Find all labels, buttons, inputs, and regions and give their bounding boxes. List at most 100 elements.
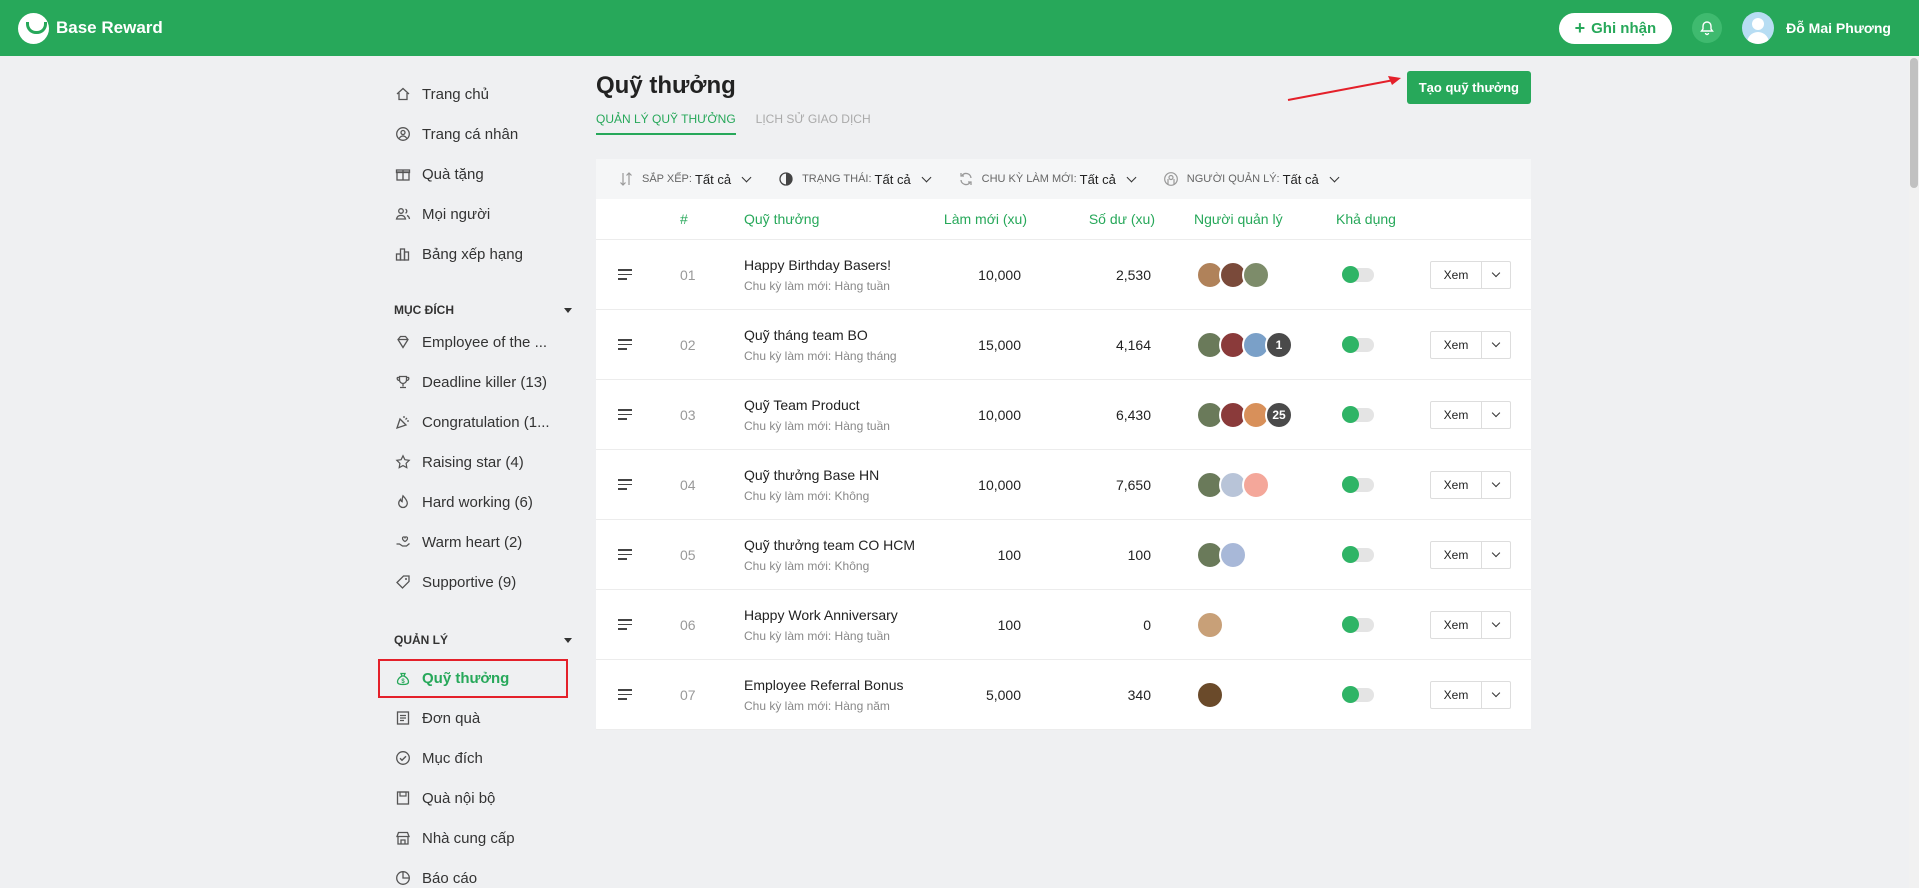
available-toggle[interactable] bbox=[1342, 475, 1374, 493]
fund-name[interactable]: Quỹ thưởng Base HN bbox=[744, 467, 879, 483]
purpose-section-header[interactable]: MỤC ĐÍCH bbox=[380, 300, 580, 320]
fund-reset-amount: 10,000 bbox=[978, 476, 1021, 493]
drag-handle-icon[interactable] bbox=[618, 549, 632, 560]
row-menu-button[interactable] bbox=[1482, 260, 1511, 289]
view-button[interactable]: Xem bbox=[1430, 260, 1482, 289]
page-scrollbar[interactable] bbox=[1909, 56, 1919, 888]
tab-transaction-history[interactable]: LỊCH SỬ GIAO DỊCH bbox=[756, 112, 871, 135]
manager-avatar[interactable] bbox=[1196, 610, 1224, 639]
fund-name[interactable]: Happy Birthday Basers! bbox=[744, 257, 891, 273]
sidebar-item-nha-cung-cap[interactable]: Nhà cung cấp bbox=[380, 818, 580, 858]
fund-name[interactable]: Quỹ thưởng team CO HCM bbox=[744, 537, 915, 553]
fund-name[interactable]: Employee Referral Bonus bbox=[744, 677, 904, 693]
row-menu-button[interactable] bbox=[1482, 540, 1511, 569]
fund-name[interactable]: Quỹ tháng team BO bbox=[744, 327, 897, 343]
row-menu-button[interactable] bbox=[1482, 610, 1511, 639]
table-row[interactable]: 05 Quỹ thưởng team CO HCM Chu kỳ làm mới: … bbox=[596, 520, 1531, 590]
view-button[interactable]: Xem bbox=[1430, 330, 1482, 359]
tab-manage-funds[interactable]: QUẢN LÝ QUỸ THƯỞNG bbox=[596, 112, 736, 135]
hand-heart-icon bbox=[394, 534, 411, 551]
scrollbar-thumb[interactable] bbox=[1910, 58, 1918, 188]
available-toggle[interactable] bbox=[1342, 265, 1374, 283]
manager-avatar[interactable] bbox=[1196, 680, 1224, 709]
sidebar-item-warm-heart-2[interactable]: Warm heart (2) bbox=[380, 522, 580, 562]
table-row[interactable]: 02 Quỹ tháng team BO Chu kỳ làm mới: Hàng … bbox=[596, 310, 1531, 380]
sidebar-item-trang-chu[interactable]: Trang chủ bbox=[380, 74, 580, 114]
sidebar-item-qua-noi-bo[interactable]: Quà nội bộ bbox=[380, 778, 580, 818]
sidebar-item-muc-dich[interactable]: Mục đích bbox=[380, 738, 580, 778]
filter-nguoi-quan-ly[interactable]: NGƯỜI QUẢN LÝ: Tất cả bbox=[1163, 171, 1340, 187]
manager-avatar[interactable] bbox=[1242, 470, 1270, 499]
row-menu-button[interactable] bbox=[1482, 330, 1511, 359]
manage-section-header[interactable]: QUẢN LÝ bbox=[380, 630, 580, 650]
view-button[interactable]: Xem bbox=[1430, 400, 1482, 429]
fund-reset-amount: 15,000 bbox=[978, 336, 1021, 353]
fund-cycle: Chu kỳ làm mới: Không bbox=[744, 558, 870, 573]
table-row[interactable]: 06 Happy Work Anniversary Chu kỳ làm mới: … bbox=[596, 590, 1531, 660]
row-menu-button[interactable] bbox=[1482, 400, 1511, 429]
sidebar-item-raising-star-4[interactable]: Raising star (4) bbox=[380, 442, 580, 482]
sidebar-item-quy-thuong[interactable]: $ Quỹ thưởng bbox=[378, 659, 568, 698]
more-managers-count[interactable]: 1 bbox=[1265, 330, 1293, 359]
filter-trang-thai[interactable]: TRẠNG THÁI: Tất cả bbox=[778, 171, 932, 187]
more-managers-count[interactable]: 25 bbox=[1265, 400, 1293, 429]
drag-handle-icon[interactable] bbox=[618, 339, 632, 350]
drag-handle-icon[interactable] bbox=[618, 409, 632, 420]
sidebar-item-label: Quà nội bộ bbox=[422, 789, 496, 807]
table-row[interactable]: 07 Employee Referral Bonus Chu kỳ làm mới:… bbox=[596, 660, 1531, 730]
drag-handle-icon[interactable] bbox=[618, 689, 632, 700]
sidebar-item-trang-ca-nhan[interactable]: Trang cá nhân bbox=[380, 114, 580, 154]
row-menu-button[interactable] bbox=[1482, 470, 1511, 499]
fund-name[interactable]: Quỹ Team Product bbox=[744, 397, 890, 413]
table-row[interactable]: 04 Quỹ thưởng Base HN Chu kỳ làm mới: Khôn… bbox=[596, 450, 1531, 520]
manager-avatars bbox=[1196, 260, 1270, 289]
fund-name[interactable]: Happy Work Anniversary bbox=[744, 607, 898, 623]
available-toggle[interactable] bbox=[1342, 335, 1374, 353]
view-button[interactable]: Xem bbox=[1430, 680, 1482, 709]
filter-sap-xep[interactable]: SẮP XẾP: Tất cả bbox=[618, 171, 752, 187]
sidebar-item-don-qua[interactable]: Đơn quà bbox=[380, 698, 580, 738]
available-toggle[interactable] bbox=[1342, 405, 1374, 423]
user-name[interactable]: Đỗ Mai Phương bbox=[1786, 20, 1891, 36]
drag-handle-icon[interactable] bbox=[618, 269, 632, 280]
available-toggle[interactable] bbox=[1342, 545, 1374, 563]
app-logo[interactable]: Base Reward bbox=[18, 12, 163, 44]
sidebar-item-supportive-9[interactable]: Supportive (9) bbox=[380, 562, 580, 602]
chevron-down-icon bbox=[1491, 408, 1501, 418]
party-icon bbox=[394, 414, 411, 431]
manager-avatar[interactable] bbox=[1242, 260, 1270, 289]
logo-icon bbox=[18, 12, 49, 44]
view-button[interactable]: Xem bbox=[1430, 540, 1482, 569]
view-button[interactable]: Xem bbox=[1430, 610, 1482, 639]
sidebar-item-deadline-killer-13[interactable]: Deadline killer (13) bbox=[380, 362, 580, 402]
sidebar-item-hard-working-6[interactable]: Hard working (6) bbox=[380, 482, 580, 522]
col-balance: Số dư (xu) bbox=[1088, 211, 1155, 227]
table-row[interactable]: 03 Quỹ Team Product Chu kỳ làm mới: Hàng t… bbox=[596, 380, 1531, 450]
sidebar-item-employee-of-the[interactable]: Employee of the ... bbox=[380, 322, 580, 362]
available-toggle[interactable] bbox=[1342, 615, 1374, 633]
ack-button[interactable]: + Ghi nhận bbox=[1558, 12, 1673, 44]
sidebar-item-congratulation-1[interactable]: Congratulation (1... bbox=[380, 402, 580, 442]
trophy-icon bbox=[394, 374, 411, 391]
sidebar-item-label: Trang cá nhân bbox=[422, 125, 519, 143]
available-toggle[interactable] bbox=[1342, 685, 1374, 703]
sidebar-item-moi-nguoi[interactable]: Mọi người bbox=[380, 194, 580, 234]
create-fund-button[interactable]: Tạo quỹ thưởng bbox=[1406, 71, 1531, 104]
drag-handle-icon[interactable] bbox=[618, 479, 632, 490]
view-button[interactable]: Xem bbox=[1430, 470, 1482, 499]
manager-avatar[interactable] bbox=[1219, 540, 1247, 569]
sidebar-item-label: Bảng xếp hạng bbox=[422, 245, 523, 263]
bell-icon[interactable] bbox=[1692, 13, 1723, 43]
sidebar-item-bang-xep-hang[interactable]: Bảng xếp hạng bbox=[380, 234, 580, 274]
drag-handle-icon[interactable] bbox=[618, 619, 632, 630]
user-avatar[interactable] bbox=[1742, 12, 1775, 44]
filter-chu-ky-lam-moi[interactable]: CHU KỲ LÀM MỚI: Tất cả bbox=[958, 171, 1137, 187]
sidebar-item-label: Mục đích bbox=[422, 749, 483, 767]
row-menu-button[interactable] bbox=[1482, 680, 1511, 709]
sidebar-item-qua-tang[interactable]: Quà tặng bbox=[380, 154, 580, 194]
gift-icon bbox=[394, 166, 411, 183]
fund-balance: 0 bbox=[1143, 616, 1151, 633]
chevron-down-icon bbox=[1491, 338, 1501, 348]
sidebar-item-bao-cao[interactable]: Báo cáo bbox=[380, 858, 580, 888]
table-row[interactable]: 01 Happy Birthday Basers! Chu kỳ làm mới: … bbox=[596, 240, 1531, 310]
